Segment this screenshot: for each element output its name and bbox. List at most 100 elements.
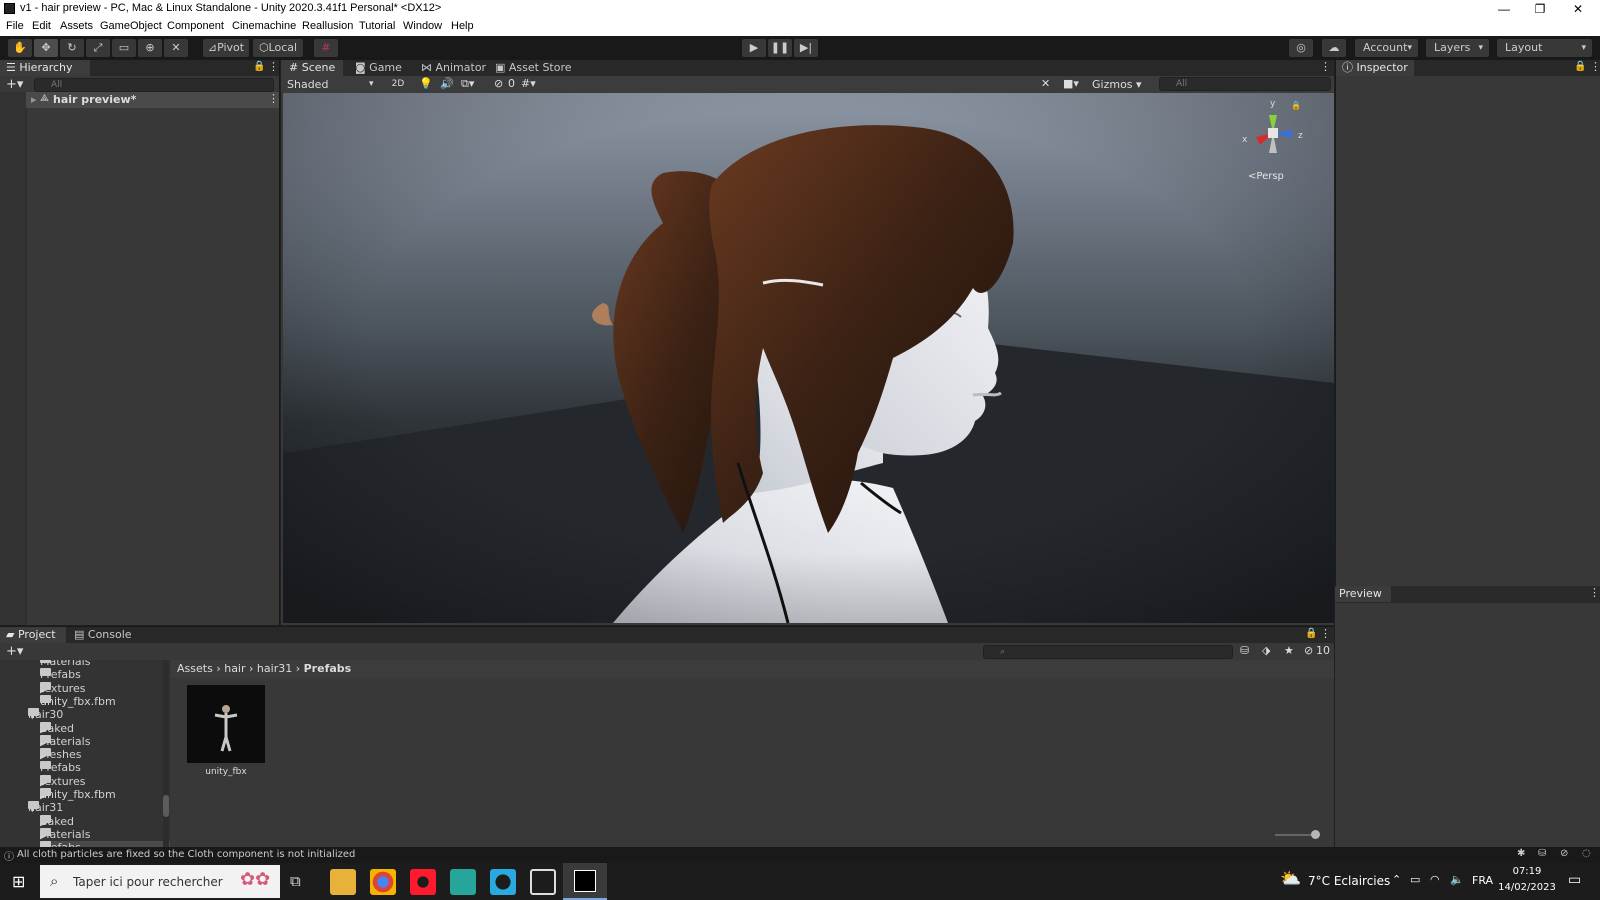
scene-kebab-icon[interactable]: ⋮ — [1320, 60, 1331, 73]
tree-item[interactable]: ▶Materials — [40, 827, 90, 841]
minimize-button[interactable]: — — [1486, 0, 1522, 18]
menu-gameobject[interactable]: GameObject — [100, 20, 162, 32]
clock-time[interactable]: 07:19 — [1502, 866, 1552, 877]
move-tool-button[interactable]: ✥ — [34, 39, 58, 57]
gizmos-dropdown[interactable]: Gizmos ▾ — [1092, 77, 1142, 92]
menu-assets[interactable]: Assets — [60, 20, 93, 32]
preview-kebab-icon[interactable]: ⋮ — [1589, 586, 1600, 599]
windows-start-icon[interactable]: ⊞ — [12, 872, 25, 891]
tab-game[interactable]: ◙ Game — [355, 60, 402, 76]
kebab-menu-icon[interactable]: ⋮ — [268, 60, 279, 73]
layout-dropdown[interactable]: Layout — [1497, 39, 1592, 57]
bug-icon[interactable]: ✱ — [1517, 848, 1525, 859]
preview-tab[interactable]: Preview — [1335, 586, 1391, 602]
tree-item[interactable]: ▶Baked — [40, 814, 74, 828]
favorite-star-icon[interactable]: ★ — [1284, 644, 1294, 657]
tree-item[interactable]: Prefabs — [40, 668, 81, 681]
project-add-button[interactable]: +▾ — [6, 644, 23, 659]
hand-tool-button[interactable]: ✋ — [8, 39, 32, 57]
filter-label-icon[interactable]: ⬗ — [1262, 644, 1270, 657]
tree-item[interactable]: ▼hair30 — [28, 708, 63, 721]
projection-toggle[interactable]: <Persp — [1248, 171, 1284, 182]
close-button[interactable]: ✕ — [1560, 0, 1596, 18]
account-dropdown[interactable]: Account — [1355, 39, 1418, 57]
menu-component[interactable]: Component — [167, 20, 224, 32]
custom-tool-button[interactable]: ✕ — [164, 39, 188, 57]
tab-hierarchy[interactable]: ☰ Hierarchy — [0, 60, 90, 76]
menu-help[interactable]: Help — [451, 20, 474, 32]
zoom-slider-thumb[interactable] — [1310, 830, 1320, 839]
tray-chevron-icon[interactable]: ⌃ — [1392, 873, 1401, 886]
pause-button[interactable]: ❚❚ — [768, 39, 792, 57]
pivot-toggle[interactable]: ⊿Pivot — [203, 39, 249, 57]
effects-icon[interactable]: ⧉▾ — [461, 77, 474, 91]
chrome-icon[interactable] — [370, 869, 396, 895]
tab-animator[interactable]: ⋈ Animator — [421, 60, 486, 76]
scene-search-input[interactable]: All — [1159, 77, 1331, 91]
local-toggle[interactable]: ⬡Local — [253, 39, 303, 57]
file-explorer-icon[interactable] — [330, 869, 356, 895]
maximize-button[interactable]: ❐ — [1522, 0, 1558, 18]
weather-icon[interactable]: ⛅ — [1280, 869, 1301, 889]
breadcrumb-assets[interactable]: Assets — [177, 662, 213, 675]
project-kebab-icon[interactable]: ⋮ — [1320, 627, 1331, 640]
draw-mode-dropdown[interactable]: Shaded ▾ — [281, 76, 379, 93]
device-icon[interactable]: ▭ — [1410, 873, 1420, 886]
orientation-gizmo[interactable]: y x z 🔒 — [1238, 99, 1308, 171]
task-view-icon[interactable]: ⧉ — [290, 872, 301, 890]
progress-icon[interactable]: ◌ — [1582, 848, 1591, 859]
lock-icon[interactable]: 🔒 — [253, 61, 265, 72]
unity-editor-taskbar-button[interactable] — [563, 863, 607, 900]
tree-item[interactable]: ▼hair31 — [28, 801, 63, 814]
asset-thumbnail[interactable] — [187, 685, 265, 763]
tree-item[interactable]: ▶textures — [40, 681, 85, 695]
play-button[interactable]: ▶ — [742, 39, 766, 57]
grid-toggle-icon[interactable]: #▾ — [521, 77, 536, 90]
auto-gen-lighting-icon[interactable]: ⊘ — [1560, 848, 1568, 859]
opera-icon[interactable] — [410, 869, 436, 895]
tree-item[interactable]: Prefabs — [40, 761, 81, 774]
menu-cinemachine[interactable]: Cinemachine — [232, 20, 296, 32]
collab-button[interactable]: ◎ — [1289, 39, 1313, 57]
weather-text[interactable]: 7°C Eclaircies — [1308, 874, 1390, 888]
tree-scrollbar-thumb[interactable] — [163, 795, 169, 817]
wifi-icon[interactable]: ◠ — [1430, 873, 1440, 886]
menu-reallusion[interactable]: Reallusion — [302, 20, 353, 32]
lighting-icon[interactable]: 💡 — [419, 77, 433, 90]
tab-inspector[interactable]: ⓘ Inspector — [1336, 60, 1414, 76]
scene-tools-icon[interactable]: ✕ — [1041, 77, 1050, 90]
hidden-packages-icon[interactable]: ⊘ — [1304, 644, 1313, 657]
grid-snap-button[interactable]: # — [314, 39, 338, 57]
tree-item[interactable]: ▶Meshes — [40, 748, 81, 761]
scene-menu-icon[interactable]: ⋮ — [268, 92, 279, 105]
project-lock-icon[interactable]: 🔒 — [1305, 628, 1317, 639]
hierarchy-scene-row[interactable]: ▶ ⟁ hair preview* ⋮ — [26, 92, 279, 108]
expand-arrow-icon[interactable]: ▶ — [31, 96, 36, 104]
rect-tool-button[interactable]: ▭ — [112, 39, 136, 57]
gizmo-center-cube[interactable] — [1268, 128, 1278, 138]
menu-window[interactable]: Window — [403, 20, 442, 32]
tree-scrollbar[interactable] — [163, 660, 169, 848]
breadcrumb-hair31[interactable]: hair31 — [257, 662, 292, 675]
inspector-kebab-icon[interactable]: ⋮ — [1590, 60, 1600, 73]
scene-viewport[interactable]: y x z 🔒 <Persp — [283, 93, 1334, 623]
audio-icon[interactable]: 🔊 — [440, 77, 454, 90]
filter-type-icon[interactable]: ⛁ — [1240, 644, 1249, 657]
zoom-slider[interactable] — [1275, 830, 1320, 839]
menu-tutorial[interactable]: Tutorial — [359, 20, 395, 32]
hidden-objects-icon[interactable]: ⊘ — [494, 77, 503, 90]
menu-edit[interactable]: Edit — [32, 20, 51, 32]
tab-asset-store[interactable]: ▣ Asset Store — [495, 60, 572, 76]
cache-icon[interactable]: ⛁ — [1538, 848, 1546, 859]
notifications-icon[interactable]: ▭ — [1568, 872, 1581, 888]
tab-scene[interactable]: # Scene — [281, 60, 343, 76]
rotate-tool-button[interactable]: ↻ — [60, 39, 84, 57]
camera-icon[interactable]: ■▾ — [1063, 77, 1079, 90]
cloud-button[interactable]: ☁ — [1322, 39, 1346, 57]
tab-console[interactable]: ▤ Console — [74, 627, 132, 643]
tab-project[interactable]: ▰ Project — [0, 627, 66, 643]
cc-app-icon[interactable] — [490, 869, 516, 895]
clock-date[interactable]: 14/02/2023 — [1498, 882, 1556, 893]
tree-item[interactable]: ▶textures — [40, 774, 85, 788]
transform-tool-button[interactable]: ⊕ — [138, 39, 162, 57]
